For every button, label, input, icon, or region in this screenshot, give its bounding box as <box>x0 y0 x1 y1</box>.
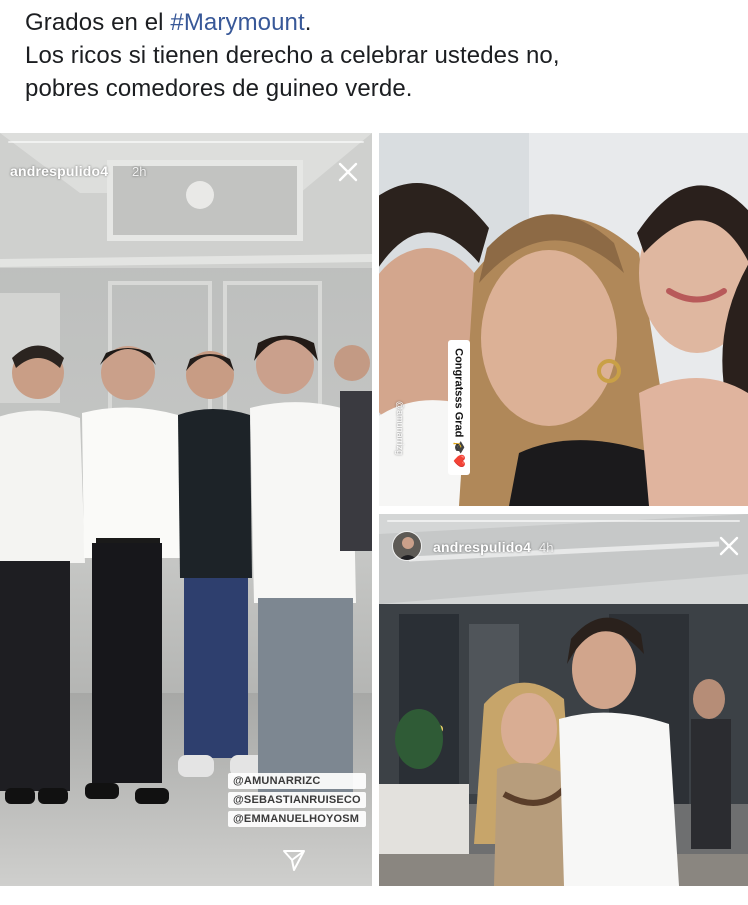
mention-handle[interactable]: @amunarrizg <box>379 401 427 455</box>
mention-handle-text: @amunarrizg <box>395 400 406 456</box>
post-line-1-text: Grados en el <box>25 9 171 36</box>
mention-sticker[interactable]: @SEBASTIANRUISECO <box>228 792 366 808</box>
post-line-2: Los ricos si tienen derecho a celebrar u… <box>25 42 560 69</box>
close-icon[interactable] <box>717 534 741 558</box>
post-line-1-suffix: . <box>304 9 312 36</box>
couple-photo-scene <box>379 514 748 886</box>
congrats-sticker[interactable]: Congratsss Grad 🎓❤️ <box>448 340 470 475</box>
story-progress-bar <box>387 520 740 522</box>
photo-story-group[interactable]: andrespulido4 2h @AMUNARRIZC @SEBASTIANR… <box>0 133 372 886</box>
photo-selfie[interactable]: Congratsss Grad 🎓❤️ @amunarrizg <box>379 133 748 506</box>
selfie-photo-scene <box>379 133 748 506</box>
mention-stickers: @AMUNARRIZC @SEBASTIANRUISECO @EMMANUELH… <box>228 773 366 827</box>
congrats-sticker-text: Congratsss Grad 🎓❤️ <box>452 347 465 468</box>
post-line-1: Grados en el #Marymount. <box>25 6 725 39</box>
mention-sticker[interactable]: @EMMANUELHOYOSM <box>228 811 366 827</box>
story-time: 4h <box>539 540 554 555</box>
avatar[interactable] <box>392 531 422 561</box>
story-progress-bar <box>8 141 364 143</box>
send-icon[interactable] <box>282 848 306 872</box>
post-line-3: pobres comedores de guineo verde. <box>25 75 413 102</box>
story-time: 2h <box>132 164 147 179</box>
hashtag-link[interactable]: #Marymount <box>170 9 304 36</box>
photo-story-couple[interactable]: andrespulido4 4h <box>379 514 748 886</box>
close-icon[interactable] <box>336 160 360 184</box>
story-username[interactable]: andrespulido4 <box>10 163 108 179</box>
post-text: Grados en el #Marymount. Los ricos si ti… <box>25 6 725 105</box>
story-username[interactable]: andrespulido4 <box>433 539 531 555</box>
mention-sticker[interactable]: @AMUNARRIZC <box>228 773 366 789</box>
